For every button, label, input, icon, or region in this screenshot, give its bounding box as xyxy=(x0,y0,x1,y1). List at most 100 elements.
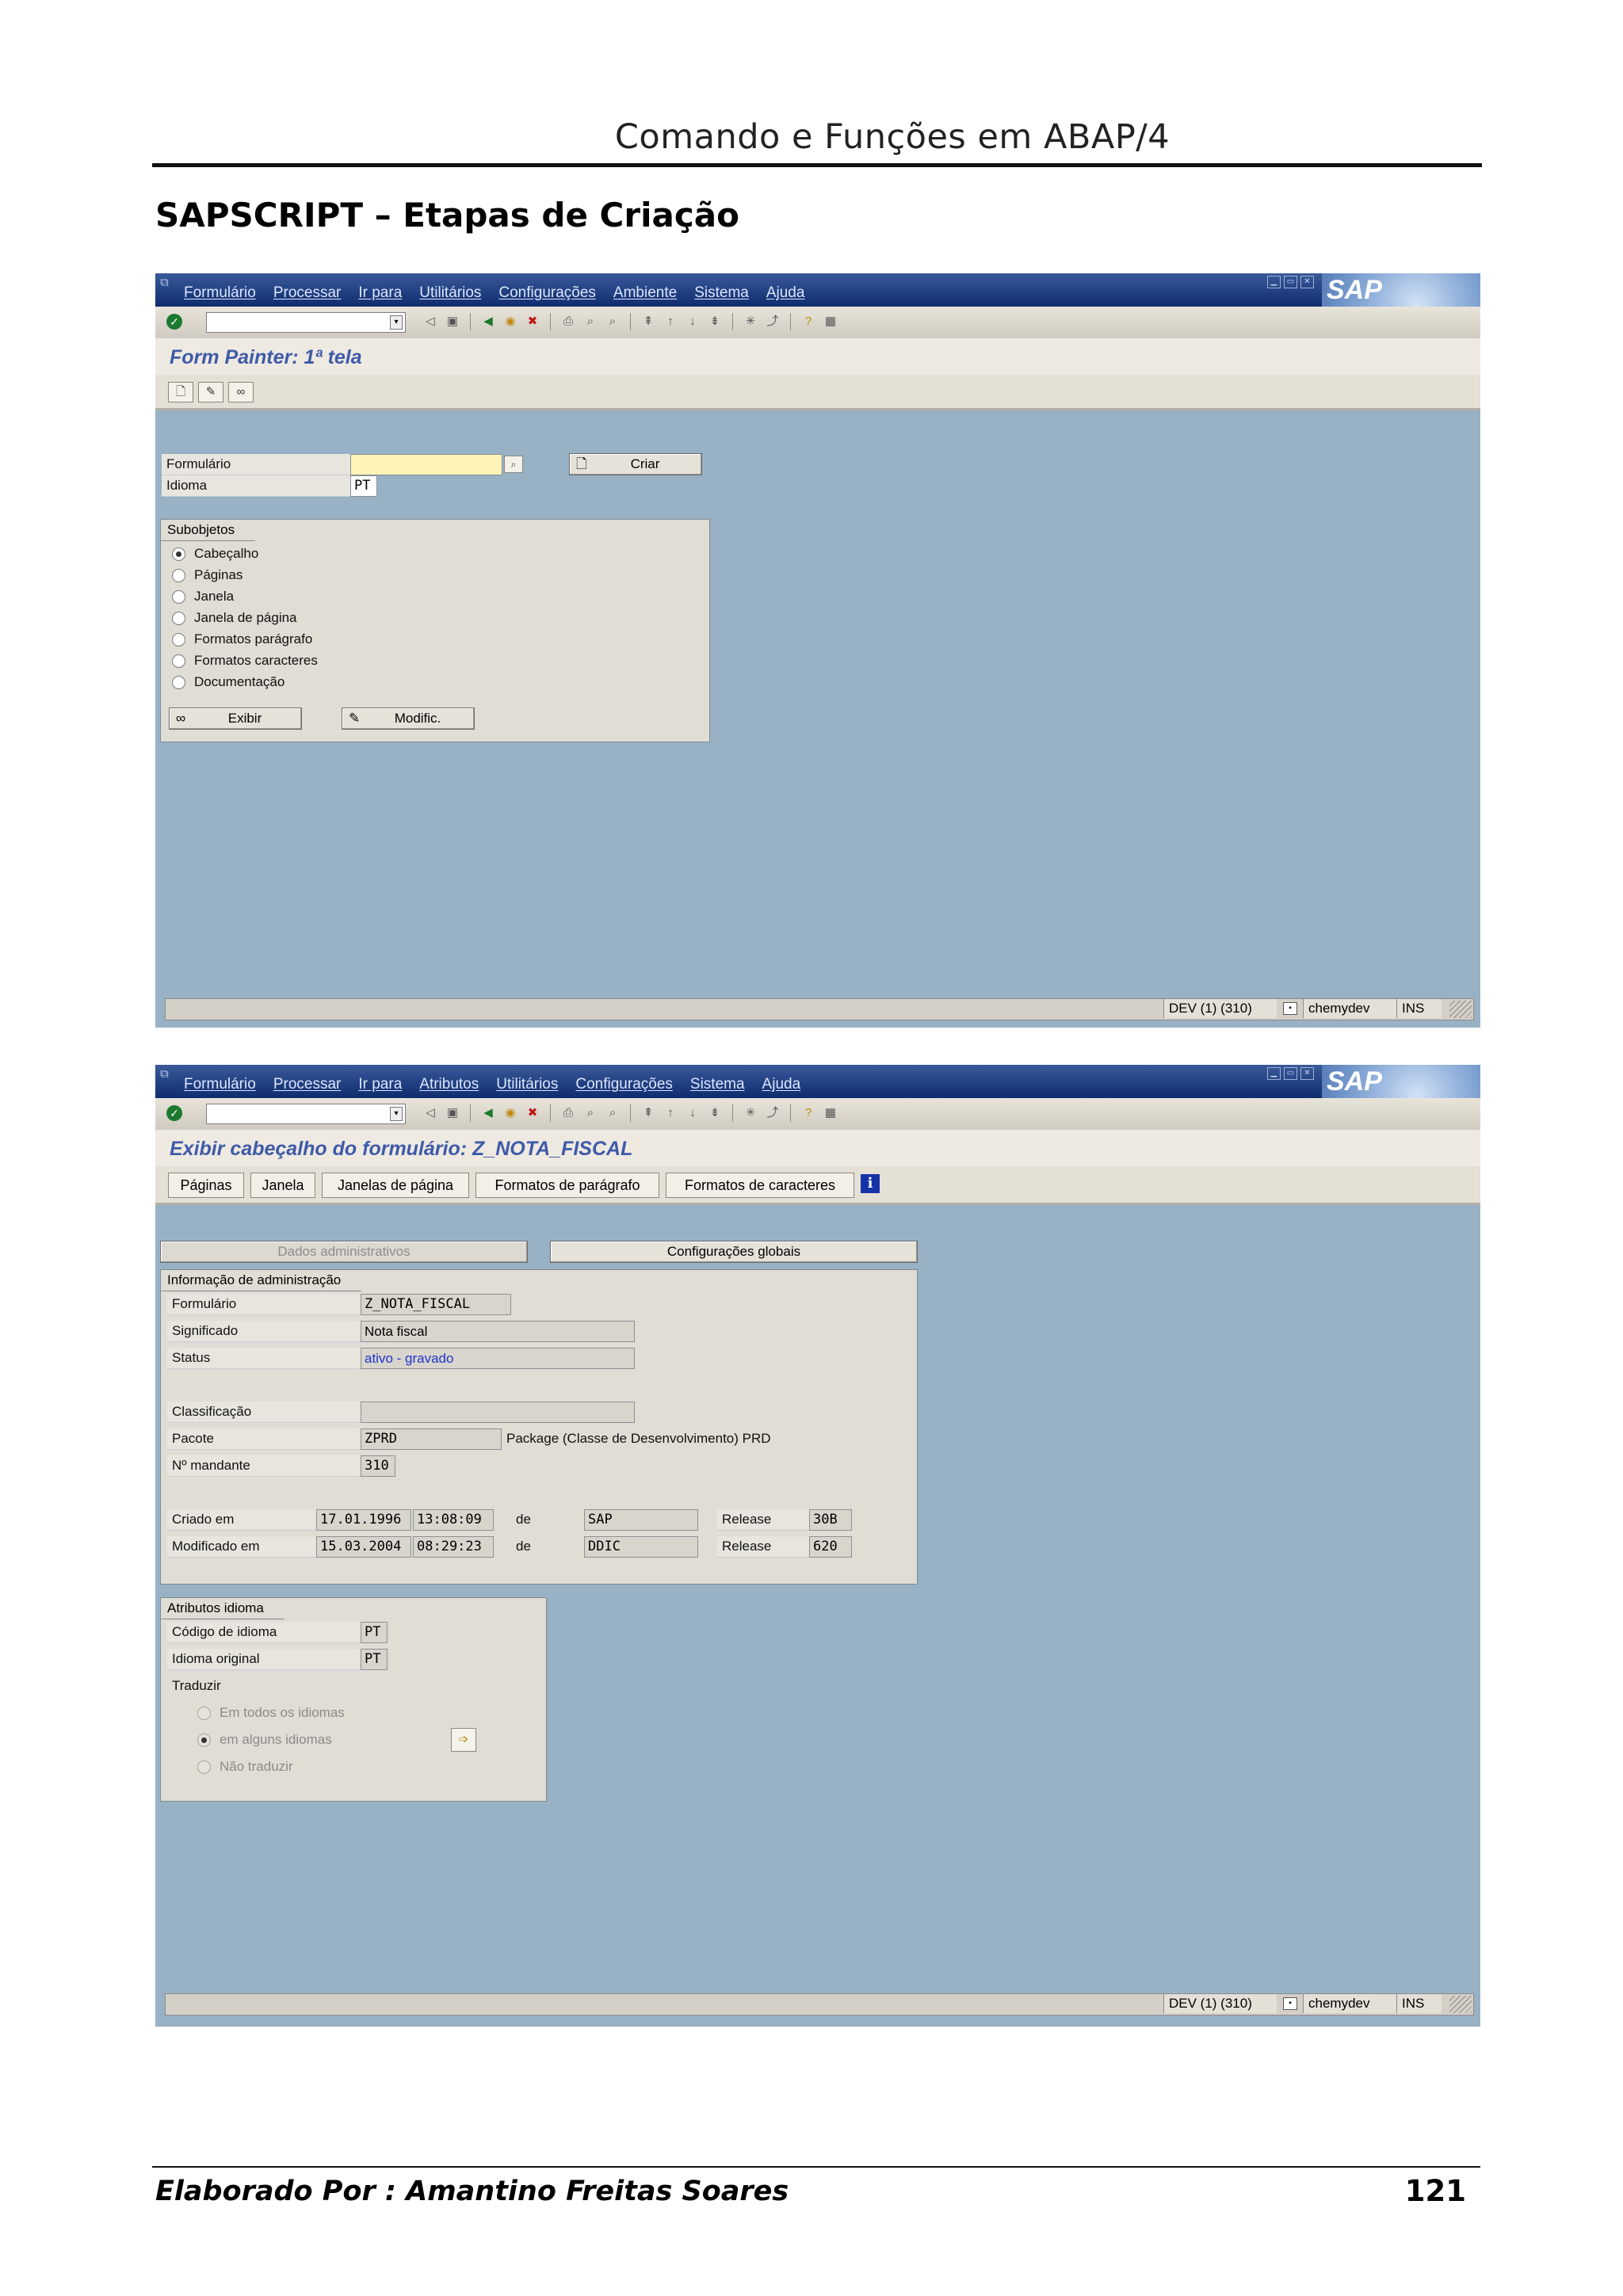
formatos-de-paragrafo-button[interactable]: Formatos de parágrafo xyxy=(475,1173,659,1198)
find-next-icon[interactable]: ⌕ xyxy=(604,313,621,330)
menu-item-ir-para[interactable]: Ir para xyxy=(358,1076,402,1093)
radio-em-alguns-idiomas[interactable]: em alguns idiomas xyxy=(197,1731,332,1749)
toolbar-separator xyxy=(790,1104,791,1122)
exit-icon[interactable]: ◉ xyxy=(502,1104,519,1122)
exit-icon[interactable]: ◉ xyxy=(502,313,519,330)
last-page-icon[interactable]: ⇟ xyxy=(706,1104,724,1122)
radio-dot-icon xyxy=(197,1733,211,1747)
menu-item-sistema[interactable]: Sistema xyxy=(694,284,749,302)
display-glasses-icon[interactable]: ∞ xyxy=(228,382,254,402)
menu-item-processar[interactable]: Processar xyxy=(273,284,342,302)
minimize-icon[interactable]: ▁ xyxy=(1267,276,1281,288)
find-next-icon[interactable]: ⌕ xyxy=(604,1104,621,1122)
system-menu-icon[interactable]: ⧉ xyxy=(160,1067,169,1081)
close-icon[interactable]: ✕ xyxy=(1300,276,1314,288)
window-controls: ▁ ▭ ✕ xyxy=(1267,276,1314,288)
radio-dot-icon xyxy=(197,1707,211,1720)
shortcut-icon[interactable]: ⤴ xyxy=(764,1104,781,1122)
create-document-icon[interactable]: 🗋 xyxy=(168,382,193,402)
radio-janela[interactable]: Janela xyxy=(172,588,234,605)
paginas-button[interactable]: Páginas xyxy=(168,1173,244,1198)
radio-cabecalho[interactable]: Cabeçalho xyxy=(172,545,258,563)
info-icon[interactable]: i xyxy=(861,1174,880,1193)
layout-icon[interactable]: ▦ xyxy=(822,1104,839,1122)
previous-page-icon[interactable]: ↑ xyxy=(662,1104,679,1122)
first-page-icon[interactable]: ⇞ xyxy=(640,1104,657,1122)
janelas-de-pagina-button[interactable]: Janelas de página xyxy=(322,1173,469,1198)
next-page-icon[interactable]: ↓ xyxy=(684,313,701,330)
status-lock-icon[interactable]: ▪ xyxy=(1283,1002,1297,1015)
system-menu-icon[interactable]: ⧉ xyxy=(160,276,169,289)
radio-formatos-caracteres[interactable]: Formatos caracteres xyxy=(172,652,318,669)
radio-documentacao[interactable]: Documentação xyxy=(172,673,285,691)
change-pencil-icon[interactable]: ✎ xyxy=(198,382,223,402)
toolbar-separator xyxy=(732,313,733,330)
radio-nao-traduzir[interactable]: Não traduzir xyxy=(197,1758,293,1775)
tab-dados-administrativos[interactable]: Dados administrativos xyxy=(160,1241,528,1263)
tab-configuracoes-globais[interactable]: Configurações globais xyxy=(550,1241,918,1263)
select-languages-arrow-icon[interactable]: ➩ xyxy=(451,1728,476,1752)
search-help-icon[interactable]: ⌕ xyxy=(504,456,523,473)
modific-button[interactable]: ✎ Modific. xyxy=(342,707,475,730)
idioma-input[interactable]: PT xyxy=(350,475,377,497)
toolbar-separator xyxy=(790,313,791,330)
enter-check-icon[interactable]: ✓ xyxy=(166,1105,182,1121)
save-icon[interactable]: ▣ xyxy=(444,1104,461,1122)
print-icon[interactable]: ⎙ xyxy=(559,313,577,330)
radio-em-todos-os-idiomas[interactable]: Em todos os idiomas xyxy=(197,1704,345,1722)
enter-check-icon[interactable]: ✓ xyxy=(166,314,182,330)
radio-paginas[interactable]: Páginas xyxy=(172,566,242,584)
menu-item-sistema[interactable]: Sistema xyxy=(690,1076,745,1093)
exibir-button[interactable]: ∞ Exibir xyxy=(169,707,302,730)
menu-item-formulario[interactable]: Formulário xyxy=(184,1076,256,1093)
print-icon[interactable]: ⎙ xyxy=(559,1104,577,1122)
menu-item-ambiente[interactable]: Ambiente xyxy=(613,284,677,302)
previous-page-icon[interactable]: ↑ xyxy=(662,313,679,330)
last-page-icon[interactable]: ⇟ xyxy=(706,313,724,330)
status-lock-icon[interactable]: ▪ xyxy=(1283,1997,1297,2010)
formulario-input[interactable] xyxy=(350,454,502,475)
maximize-icon[interactable]: ▭ xyxy=(1284,1067,1297,1080)
minimize-icon[interactable]: ▁ xyxy=(1267,1067,1281,1080)
new-session-icon[interactable]: ✳ xyxy=(742,313,759,330)
menu-item-ir-para[interactable]: Ir para xyxy=(358,284,402,302)
criar-button[interactable]: 🗋 Criar xyxy=(569,453,702,475)
menu-item-configuracoes[interactable]: Configurações xyxy=(575,1076,673,1093)
menu-item-processar[interactable]: Processar xyxy=(273,1076,342,1093)
back-icon[interactable]: ◀ xyxy=(479,1104,497,1122)
resize-grip-icon[interactable] xyxy=(1449,1996,1472,2013)
back-arrow-icon[interactable]: ◁ xyxy=(422,1104,439,1122)
help-icon[interactable]: ? xyxy=(800,1104,817,1122)
janela-button[interactable]: Janela xyxy=(250,1173,315,1198)
maximize-icon[interactable]: ▭ xyxy=(1284,276,1297,288)
resize-grip-icon[interactable] xyxy=(1449,1001,1472,1018)
radio-formatos-paragrafo[interactable]: Formatos parágrafo xyxy=(172,631,312,648)
layout-icon[interactable]: ▦ xyxy=(822,313,839,330)
back-arrow-icon[interactable]: ◁ xyxy=(422,313,439,330)
menu-item-formulario[interactable]: Formulário xyxy=(184,284,256,302)
next-page-icon[interactable]: ↓ xyxy=(684,1104,701,1122)
first-page-icon[interactable]: ⇞ xyxy=(640,313,657,330)
help-icon[interactable]: ? xyxy=(800,313,817,330)
find-icon[interactable]: ⌕ xyxy=(582,313,599,330)
menu-item-ajuda[interactable]: Ajuda xyxy=(762,1076,801,1093)
cancel-icon[interactable]: ✖ xyxy=(524,1104,541,1122)
new-session-icon[interactable]: ✳ xyxy=(742,1104,759,1122)
find-icon[interactable]: ⌕ xyxy=(582,1104,599,1122)
cancel-icon[interactable]: ✖ xyxy=(524,313,541,330)
command-history-icon[interactable]: ▾ xyxy=(390,315,403,330)
close-icon[interactable]: ✕ xyxy=(1300,1067,1314,1080)
command-field[interactable] xyxy=(206,312,406,333)
command-field[interactable] xyxy=(206,1104,406,1124)
radio-janela-de-pagina[interactable]: Janela de página xyxy=(172,609,297,627)
command-history-icon[interactable]: ▾ xyxy=(390,1107,403,1121)
menu-item-utilitarios[interactable]: Utilitários xyxy=(496,1076,558,1093)
menu-item-utilitarios[interactable]: Utilitários xyxy=(419,284,481,302)
menu-item-configuracoes[interactable]: Configurações xyxy=(498,284,596,302)
back-icon[interactable]: ◀ xyxy=(479,313,497,330)
formatos-de-caracteres-button[interactable]: Formatos de caracteres xyxy=(666,1173,854,1198)
menu-item-atributos[interactable]: Atributos xyxy=(419,1076,479,1093)
save-icon[interactable]: ▣ xyxy=(444,313,461,330)
shortcut-icon[interactable]: ⤴ xyxy=(764,313,781,330)
menu-item-ajuda[interactable]: Ajuda xyxy=(766,284,805,302)
